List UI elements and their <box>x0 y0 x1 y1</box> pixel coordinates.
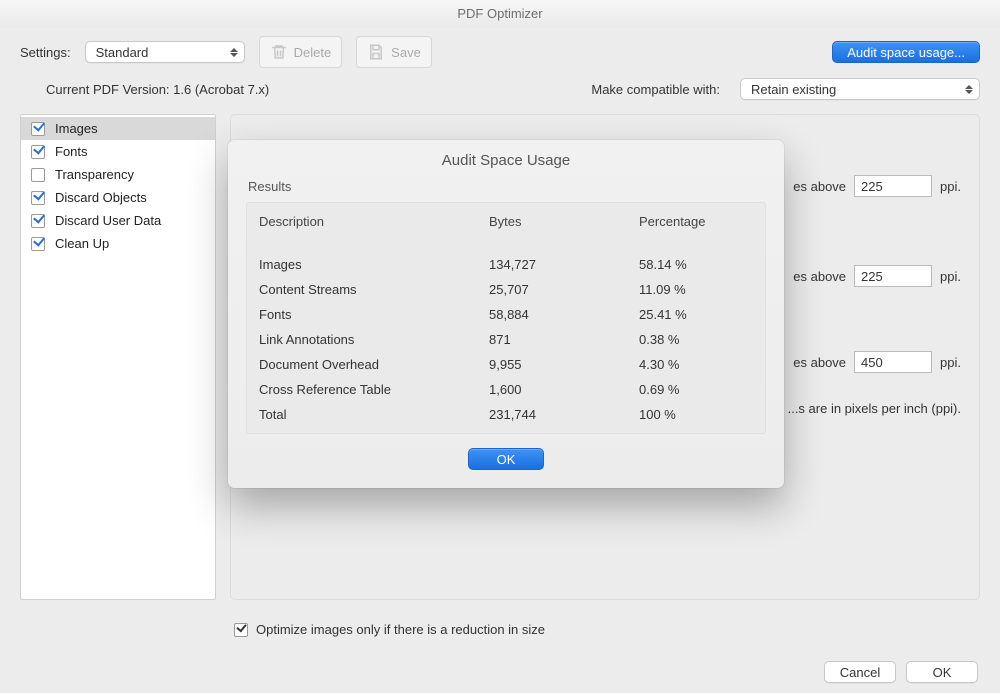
sidebar-item-label: Images <box>55 121 98 136</box>
cell-pct: 100 % <box>639 407 753 422</box>
table-row: Content Streams25,70711.09 % <box>247 277 765 302</box>
chevron-up-down-icon <box>965 85 973 94</box>
results-table: Description Bytes Percentage Images134,7… <box>246 202 766 434</box>
chevron-up-down-icon <box>230 48 238 57</box>
delete-button[interactable]: Delete <box>259 36 343 68</box>
trash-icon <box>270 43 288 61</box>
floppy-icon <box>367 43 385 61</box>
dialog-footer: Cancel OK <box>824 661 978 683</box>
ppi-field-3[interactable]: 450 <box>854 351 932 373</box>
ppi-unit: ppi. <box>940 355 961 370</box>
ppi-field-1[interactable]: 225 <box>854 175 932 197</box>
settings-label: Settings: <box>20 45 71 60</box>
modal-title: Audit Space Usage <box>228 152 784 169</box>
cell-desc: Cross Reference Table <box>259 382 489 397</box>
sidebar-item-clean-up[interactable]: Clean Up <box>21 232 215 255</box>
checkbox-icon[interactable] <box>31 191 45 205</box>
sidebar-item-transparency[interactable]: Transparency <box>21 163 215 186</box>
modal-ok-label: OK <box>497 452 516 467</box>
checkbox-icon[interactable] <box>31 237 45 251</box>
settings-select[interactable]: Standard <box>85 41 245 63</box>
results-group-label: Results <box>248 179 766 194</box>
ppi-value: 225 <box>861 269 883 284</box>
cell-bytes: 871 <box>489 332 639 347</box>
checkbox-icon <box>234 623 248 637</box>
cancel-button[interactable]: Cancel <box>824 661 896 683</box>
cell-pct: 0.38 % <box>639 332 753 347</box>
threshold-suffix: es above <box>793 269 846 284</box>
category-sidebar: Images Fonts Transparency Discard Objects Di… <box>20 114 216 600</box>
ppi-value: 225 <box>861 179 883 194</box>
cell-desc: Fonts <box>259 307 489 322</box>
checkbox-icon[interactable] <box>31 122 45 136</box>
make-compatible-value: Retain existing <box>751 82 836 97</box>
col-description: Description <box>259 214 489 229</box>
ok-label: OK <box>933 665 952 680</box>
cell-bytes: 25,707 <box>489 282 639 297</box>
col-bytes: Bytes <box>489 214 639 229</box>
table-row: Link Annotations8710.38 % <box>247 327 765 352</box>
table-row: Total231,744100 % <box>247 402 765 427</box>
table-row: Images134,72758.14 % <box>247 252 765 277</box>
sidebar-item-discard-user-data[interactable]: Discard User Data <box>21 209 215 232</box>
cell-desc: Content Streams <box>259 282 489 297</box>
sidebar-item-fonts[interactable]: Fonts <box>21 140 215 163</box>
save-label: Save <box>391 45 421 60</box>
sidebar-item-label: Discard Objects <box>55 190 147 205</box>
sidebar-item-label: Transparency <box>55 167 134 182</box>
cell-pct: 0.69 % <box>639 382 753 397</box>
cell-bytes: 9,955 <box>489 357 639 372</box>
cell-bytes: 58,884 <box>489 307 639 322</box>
ppi-field-2[interactable]: 225 <box>854 265 932 287</box>
table-header: Description Bytes Percentage <box>247 209 765 234</box>
optimize-only-if-reduction[interactable]: Optimize images only if there is a reduc… <box>234 622 976 637</box>
cancel-label: Cancel <box>840 665 880 680</box>
cell-pct: 25.41 % <box>639 307 753 322</box>
threshold-suffix: es above <box>793 179 846 194</box>
cell-desc: Link Annotations <box>259 332 489 347</box>
sidebar-item-label: Fonts <box>55 144 88 159</box>
cell-bytes: 1,600 <box>489 382 639 397</box>
make-compatible-label: Make compatible with: <box>591 82 720 97</box>
toolbar: Settings: Standard Delete Save Audit spa… <box>0 28 1000 72</box>
cell-desc: Images <box>259 257 489 272</box>
cell-desc: Total <box>259 407 489 422</box>
cell-pct: 58.14 % <box>639 257 753 272</box>
table-row: Fonts58,88425.41 % <box>247 302 765 327</box>
cell-pct: 11.09 % <box>639 282 753 297</box>
sidebar-item-discard-objects[interactable]: Discard Objects <box>21 186 215 209</box>
modal-ok-button[interactable]: OK <box>468 448 544 470</box>
checkbox-icon[interactable] <box>31 168 45 182</box>
ok-button[interactable]: OK <box>906 661 978 683</box>
ppi-unit: ppi. <box>940 179 961 194</box>
audit-space-usage-button[interactable]: Audit space usage... <box>832 41 980 63</box>
cell-bytes: 134,727 <box>489 257 639 272</box>
pdf-optimizer-window: PDF Optimizer Settings: Standard Delete … <box>0 0 1000 693</box>
audit-label: Audit space usage... <box>847 45 965 60</box>
cell-pct: 4.30 % <box>639 357 753 372</box>
settings-value: Standard <box>96 45 149 60</box>
current-pdf-version: Current PDF Version: 1.6 (Acrobat 7.x) <box>46 82 269 97</box>
ppi-value: 450 <box>861 355 883 370</box>
cell-bytes: 231,744 <box>489 407 639 422</box>
ppi-unit: ppi. <box>940 269 961 284</box>
sidebar-item-label: Clean Up <box>55 236 109 251</box>
checkbox-icon[interactable] <box>31 214 45 228</box>
audit-space-usage-dialog: Audit Space Usage Results Description By… <box>228 140 784 488</box>
make-compatible-select[interactable]: Retain existing <box>740 78 980 100</box>
save-button[interactable]: Save <box>356 36 432 68</box>
delete-label: Delete <box>294 45 332 60</box>
threshold-suffix: es above <box>793 355 846 370</box>
optimize-checkbox-label: Optimize images only if there is a reduc… <box>256 622 545 637</box>
table-row: Cross Reference Table1,6000.69 % <box>247 377 765 402</box>
cell-desc: Document Overhead <box>259 357 489 372</box>
sidebar-item-label: Discard User Data <box>55 213 161 228</box>
sidebar-item-images[interactable]: Images <box>21 117 215 140</box>
col-percentage: Percentage <box>639 214 753 229</box>
table-row: Document Overhead9,9554.30 % <box>247 352 765 377</box>
checkbox-icon[interactable] <box>31 145 45 159</box>
window-title: PDF Optimizer <box>0 0 1000 28</box>
sub-toolbar: Current PDF Version: 1.6 (Acrobat 7.x) M… <box>0 72 1000 100</box>
